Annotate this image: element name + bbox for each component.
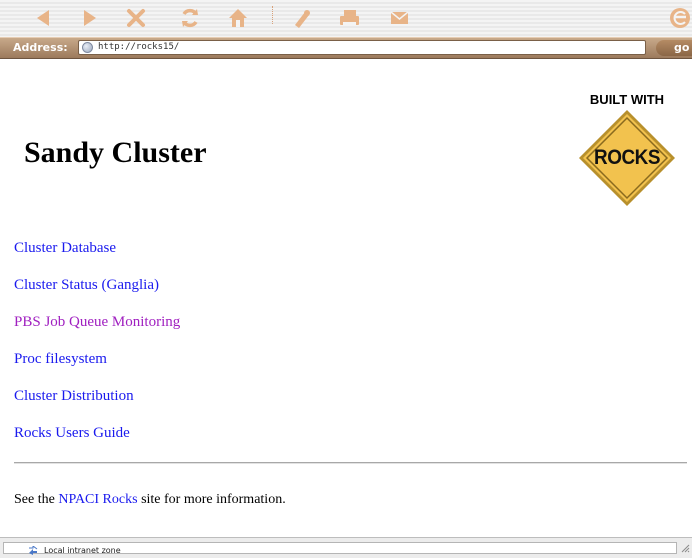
footer-prefix: See the — [14, 492, 59, 507]
toolbar-separator — [272, 6, 275, 24]
logo-sign-text: ROCKS — [593, 146, 661, 169]
mail-envelope-icon[interactable] — [385, 4, 413, 32]
address-input[interactable]: http://rocks15/ — [78, 40, 646, 55]
autofill-pen-icon[interactable] — [288, 4, 316, 32]
address-bar: Address: http://rocks15/ go — [0, 37, 692, 59]
page-title: Sandy Cluster — [24, 136, 207, 169]
forward-arrow-icon[interactable] — [76, 4, 104, 32]
cluster-links: Cluster Database Cluster Status (Ganglia… — [14, 240, 180, 462]
link-cluster-status-ganglia[interactable]: Cluster Status (Ganglia) — [14, 277, 180, 293]
address-url: http://rocks15/ — [98, 42, 180, 52]
stop-x-icon[interactable] — [122, 4, 150, 32]
link-cluster-distribution[interactable]: Cluster Distribution — [14, 388, 180, 404]
status-bar: Local intranet zone — [0, 537, 692, 558]
printer-icon[interactable] — [335, 4, 363, 32]
go-button-label: go — [674, 41, 690, 54]
back-arrow-icon[interactable] — [29, 4, 57, 32]
browser-e-logo-icon[interactable] — [664, 4, 692, 32]
link-rocks-users-guide[interactable]: Rocks Users Guide — [14, 425, 180, 441]
logo-caption: BUILT WITH — [589, 92, 665, 107]
built-with-rocks-logo[interactable]: BUILT WITH ROCKS — [575, 92, 679, 216]
link-pbs-job-queue-monitoring[interactable]: PBS Job Queue Monitoring — [14, 314, 180, 330]
footer-suffix: site for more information. — [137, 492, 286, 507]
link-cluster-database[interactable]: Cluster Database — [14, 240, 180, 256]
page-globe-icon — [82, 42, 93, 53]
local-intranet-icon — [28, 546, 38, 556]
link-npaci-rocks[interactable]: NPACI Rocks — [58, 492, 137, 507]
footer-note: See the NPACI Rocks site for more inform… — [14, 492, 286, 508]
refresh-icon[interactable] — [176, 4, 204, 32]
address-label: Address: — [13, 41, 68, 54]
status-zone-field: Local intranet zone — [3, 542, 677, 556]
zone-label: Local intranet zone — [44, 546, 121, 555]
browser-toolbar — [0, 0, 692, 38]
horizontal-divider — [14, 462, 687, 464]
link-proc-filesystem[interactable]: Proc filesystem — [14, 351, 180, 367]
go-button[interactable]: go — [656, 40, 692, 56]
resize-grip-icon[interactable] — [680, 543, 690, 553]
page-content: Sandy Cluster BUILT WITH ROCKS Cluster D… — [0, 58, 692, 537]
home-icon[interactable] — [224, 4, 252, 32]
